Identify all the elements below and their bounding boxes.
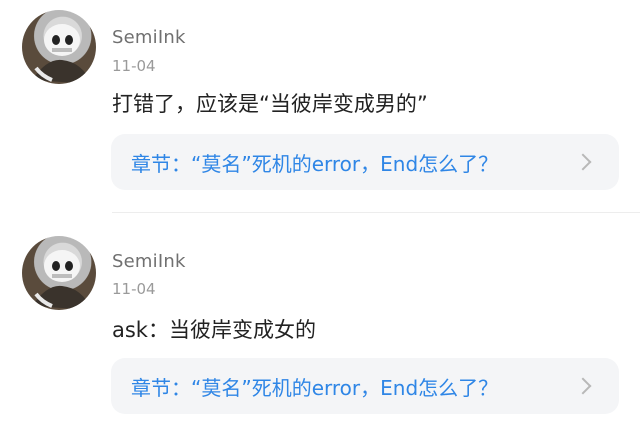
comment-item: SemiInk 11-04 打错了，应该是“当彼岸变成男的” 章节：“莫名”死机… bbox=[0, 0, 640, 210]
chevron-right-icon bbox=[574, 153, 592, 171]
chapter-link[interactable]: 章节：“莫名”死机的error，End怎么了？ bbox=[111, 134, 619, 190]
comment-item: SemiInk 11-04 ask：当彼岸变成女的 章节：“莫名”死机的erro… bbox=[0, 224, 640, 431]
comment-text: ask：当彼岸变成女的 bbox=[112, 318, 316, 342]
comment-text: 打错了，应该是“当彼岸变成男的” bbox=[112, 92, 428, 116]
chevron-right-icon bbox=[574, 377, 592, 395]
chapter-link[interactable]: 章节：“莫名”死机的error，End怎么了？ bbox=[111, 358, 619, 414]
avatar-illustration bbox=[32, 250, 92, 310]
avatar[interactable] bbox=[22, 236, 96, 310]
avatar[interactable] bbox=[22, 10, 96, 84]
chapter-link-text: 章节：“莫名”死机的error，End怎么了？ bbox=[131, 151, 499, 176]
avatar-illustration bbox=[32, 24, 92, 84]
username[interactable]: SemiInk bbox=[112, 251, 186, 272]
chapter-link-text: 章节：“莫名”死机的error，End怎么了？ bbox=[131, 375, 499, 400]
comment-date: 11-04 bbox=[112, 280, 156, 298]
comment-divider bbox=[112, 212, 640, 213]
comment-date: 11-04 bbox=[112, 57, 156, 75]
username[interactable]: SemiInk bbox=[112, 27, 186, 48]
